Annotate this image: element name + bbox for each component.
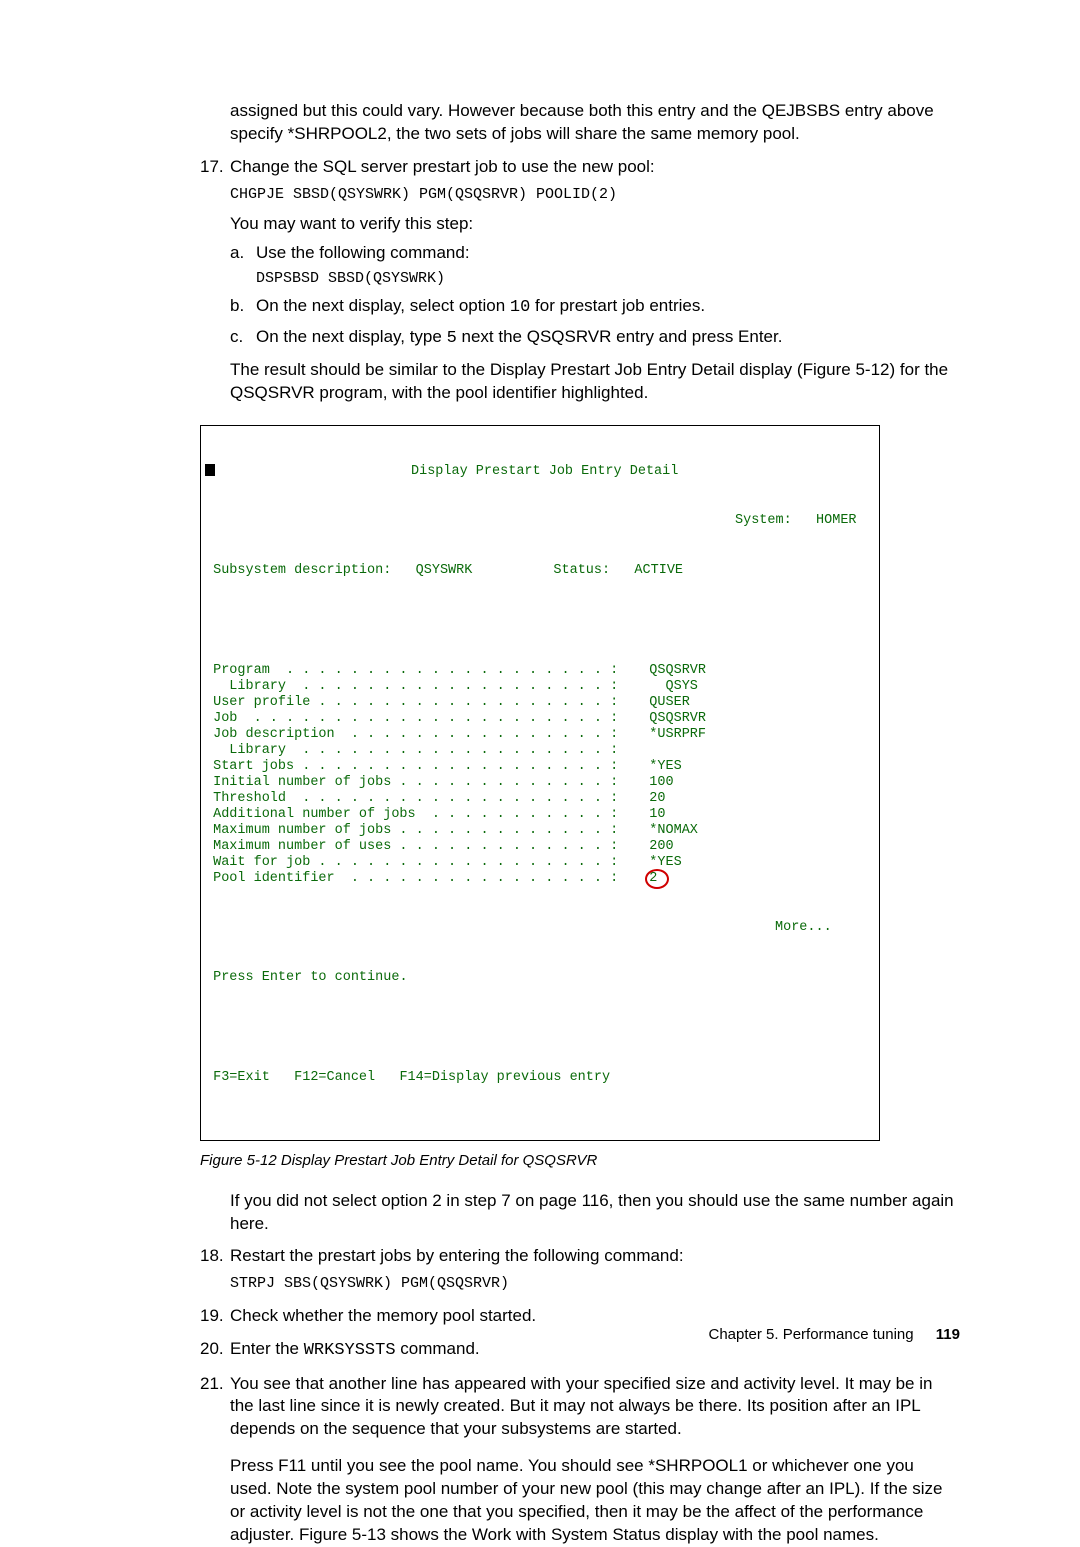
terminal: Display Prestart Job Entry Detail System… <box>205 430 875 1136</box>
t: command. <box>396 1339 480 1358</box>
t: Enter the <box>230 1339 304 1358</box>
sub-label: Subsystem description: <box>213 563 391 578</box>
intro-paragraph: assigned but this could vary. However be… <box>230 100 960 146</box>
row-value: 100 <box>625 775 674 790</box>
terminal-row: Wait for job . . . . . . . . . . . . . .… <box>205 855 875 871</box>
step-17a: a. Use the following command: <box>230 242 960 265</box>
row-label: User profile . . . . . . . . . . . . . .… <box>205 695 625 712</box>
step-text: Restart the prestart jobs by entering th… <box>230 1245 960 1268</box>
code-strpj: STRPJ SBS(QSYSWRK) PGM(QSQSRVR) <box>230 1274 960 1294</box>
step-18: 18. Restart the prestart jobs by enterin… <box>200 1245 960 1268</box>
cursor-icon <box>205 464 215 476</box>
row-label: Initial number of jobs . . . . . . . . .… <box>205 775 625 792</box>
after-figure-para: If you did not select option 2 in step 7… <box>230 1190 960 1236</box>
terminal-row: Maximum number of jobs . . . . . . . . .… <box>205 823 875 839</box>
row-value: *YES <box>625 759 682 774</box>
row-value: QSQSRVR <box>625 663 706 678</box>
row-label: Pool identifier . . . . . . . . . . . . … <box>205 871 625 888</box>
row-label: Library . . . . . . . . . . . . . . . . … <box>205 679 625 696</box>
t: On the next display, select option <box>256 296 510 315</box>
footer-page-number: 119 <box>936 1326 960 1343</box>
step-17: 17. Change the SQL server prestart job t… <box>200 156 960 179</box>
row-label: Threshold . . . . . . . . . . . . . . . … <box>205 791 625 808</box>
system-label: System: <box>735 513 792 528</box>
terminal-row: Library . . . . . . . . . . . . . . . . … <box>205 743 875 759</box>
row-label: Maximum number of uses . . . . . . . . .… <box>205 839 625 856</box>
code-dspsbsd: DSPSBSD SBSD(QSYSWRK) <box>256 269 960 289</box>
step-17c: c. On the next display, type 5 next the … <box>230 326 960 351</box>
t: next the QSQSRVR entry and press Enter. <box>457 327 783 346</box>
row-value: QSYS <box>625 679 698 694</box>
row-value: 2 <box>625 871 657 886</box>
terminal-title: Display Prestart Job Entry Detail <box>411 464 678 479</box>
terminal-row: Pool identifier . . . . . . . . . . . . … <box>205 871 875 887</box>
press-enter: Press Enter to continue. <box>213 970 407 985</box>
step-number: 17. <box>200 156 230 179</box>
row-value: *NOMAX <box>625 823 698 838</box>
row-label: Job description . . . . . . . . . . . . … <box>205 727 625 744</box>
sub-text: On the next display, type 5 next the QSQ… <box>256 326 960 351</box>
step-number: 18. <box>200 1245 230 1268</box>
terminal-row: Program . . . . . . . . . . . . . . . . … <box>205 663 875 679</box>
terminal-row: Threshold . . . . . . . . . . . . . . . … <box>205 791 875 807</box>
more-indicator: More... <box>775 920 832 935</box>
step-21: 21. You see that another line has appear… <box>200 1373 960 1442</box>
row-value: QSQSRVR <box>625 711 706 726</box>
fkeys: F3=Exit F12=Cancel F14=Display previous … <box>213 1070 610 1085</box>
row-value: 200 <box>625 839 674 854</box>
step-21-p2: Press F11 until you see the pool name. Y… <box>230 1455 960 1547</box>
code-10: 10 <box>510 298 530 317</box>
terminal-row: Start jobs . . . . . . . . . . . . . . .… <box>205 759 875 775</box>
row-label: Library . . . . . . . . . . . . . . . . … <box>205 743 625 760</box>
row-label: Maximum number of jobs . . . . . . . . .… <box>205 823 625 840</box>
step-17-after: You may want to verify this step: <box>230 213 960 236</box>
sub-text: On the next display, select option 10 fo… <box>256 295 960 320</box>
row-label: Job . . . . . . . . . . . . . . . . . . … <box>205 711 625 728</box>
sub-value: QSYSWRK <box>416 563 473 578</box>
status-value: ACTIVE <box>634 563 683 578</box>
row-value <box>625 743 649 758</box>
step-text: Change the SQL server prestart job to us… <box>230 156 960 179</box>
step-17b: b. On the next display, select option 10… <box>230 295 960 320</box>
terminal-frame: Display Prestart Job Entry Detail System… <box>200 425 880 1141</box>
step-number: 21. <box>200 1373 230 1442</box>
row-label: Wait for job . . . . . . . . . . . . . .… <box>205 855 625 872</box>
terminal-row: Additional number of jobs . . . . . . . … <box>205 807 875 823</box>
row-label: Additional number of jobs . . . . . . . … <box>205 807 625 824</box>
sub-letter: b. <box>230 295 256 320</box>
terminal-row: Job . . . . . . . . . . . . . . . . . . … <box>205 711 875 727</box>
step-text: You see that another line has appeared w… <box>230 1373 960 1442</box>
t: On the next display, type <box>256 327 447 346</box>
system-value: HOMER <box>816 513 857 528</box>
status-label: Status: <box>553 563 610 578</box>
terminal-row: User profile . . . . . . . . . . . . . .… <box>205 695 875 711</box>
sub-letter: c. <box>230 326 256 351</box>
row-value: *YES <box>625 855 682 870</box>
row-label: Program . . . . . . . . . . . . . . . . … <box>205 663 625 680</box>
code-chgpje: CHGPJE SBSD(QSYSWRK) PGM(QSQSRVR) POOLID… <box>230 185 960 205</box>
terminal-row: Library . . . . . . . . . . . . . . . . … <box>205 679 875 695</box>
page: assigned but this could vary. However be… <box>0 0 1080 1397</box>
terminal-row: Maximum number of uses . . . . . . . . .… <box>205 839 875 855</box>
sub-text: Use the following command: <box>256 242 960 265</box>
row-value: *USRPRF <box>625 727 706 742</box>
sub-letter: a. <box>230 242 256 265</box>
terminal-row: Job description . . . . . . . . . . . . … <box>205 727 875 743</box>
t: for prestart job entries. <box>530 296 705 315</box>
row-value: 20 <box>625 791 666 806</box>
row-value: 10 <box>625 807 666 822</box>
row-value: QUSER <box>625 695 690 710</box>
step-17-result: The result should be similar to the Disp… <box>230 359 960 405</box>
step-number: 19. <box>200 1305 230 1328</box>
footer-chapter: Chapter 5. Performance tuning <box>709 1326 914 1343</box>
figure-caption: Figure 5-12 Display Prestart Job Entry D… <box>200 1151 960 1171</box>
page-footer: Chapter 5. Performance tuning 119 <box>709 1325 961 1345</box>
terminal-row: Initial number of jobs . . . . . . . . .… <box>205 775 875 791</box>
code-5: 5 <box>447 329 457 348</box>
row-label: Start jobs . . . . . . . . . . . . . . .… <box>205 759 625 776</box>
step-number: 20. <box>200 1338 230 1363</box>
code-wrksyssts: WRKSYSSTS <box>304 1341 396 1360</box>
